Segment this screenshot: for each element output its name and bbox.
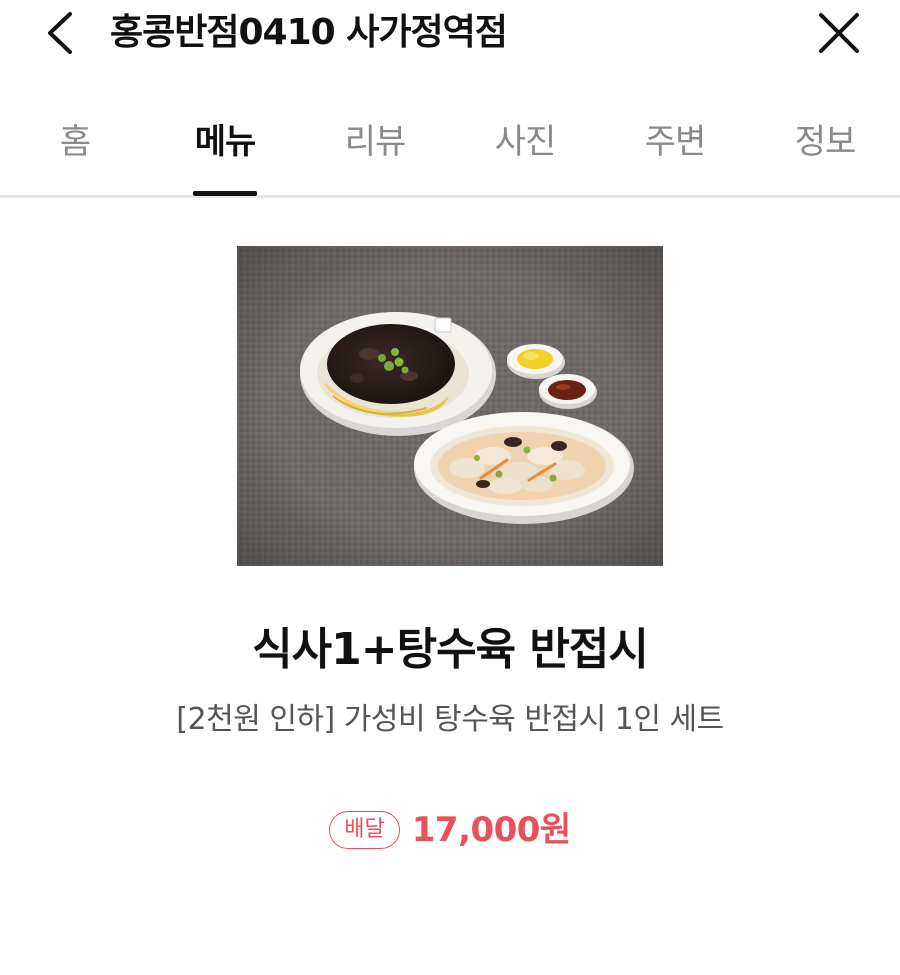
chevron-left-icon bbox=[48, 12, 72, 54]
tab-menu[interactable]: 메뉴 bbox=[150, 100, 300, 196]
menu-item-photo bbox=[237, 246, 663, 566]
tab-info[interactable]: 정보 bbox=[750, 100, 900, 195]
tab-home[interactable]: 홈 bbox=[0, 100, 150, 195]
page-title: 홍콩반점0410 사가정역점 bbox=[110, 12, 508, 53]
tab-label: 사진 bbox=[494, 122, 557, 162]
menu-item-price: 17,000원 bbox=[411, 810, 571, 850]
delivery-badge: 배달 bbox=[329, 811, 400, 849]
tab-label: 홈 bbox=[59, 122, 91, 162]
tab-nearby[interactable]: 주변 bbox=[600, 100, 750, 195]
menu-item-description: [2천원 인하] 가성비 탕수육 반접시 1인 세트 bbox=[176, 702, 724, 737]
tab-reviews[interactable]: 리뷰 bbox=[300, 100, 450, 195]
price-row: 배달 17,000원 bbox=[0, 806, 900, 856]
tab-label: 정보 bbox=[794, 122, 857, 162]
tab-label: 리뷰 bbox=[344, 122, 407, 162]
active-tab-indicator bbox=[193, 191, 257, 196]
tab-label: 주변 bbox=[644, 122, 707, 162]
tab-bar: 홈 메뉴 리뷰 사진 주변 정보 bbox=[0, 100, 900, 198]
back-button[interactable] bbox=[36, 8, 86, 58]
tab-photos[interactable]: 사진 bbox=[450, 100, 600, 195]
tab-label: 메뉴 bbox=[194, 122, 257, 162]
top-bar: 홍콩반점0410 사가정역점 bbox=[0, 0, 900, 80]
close-icon bbox=[819, 13, 859, 53]
close-button[interactable] bbox=[814, 8, 864, 58]
menu-item-name: 식사1+탕수육 반접시 bbox=[252, 624, 649, 675]
